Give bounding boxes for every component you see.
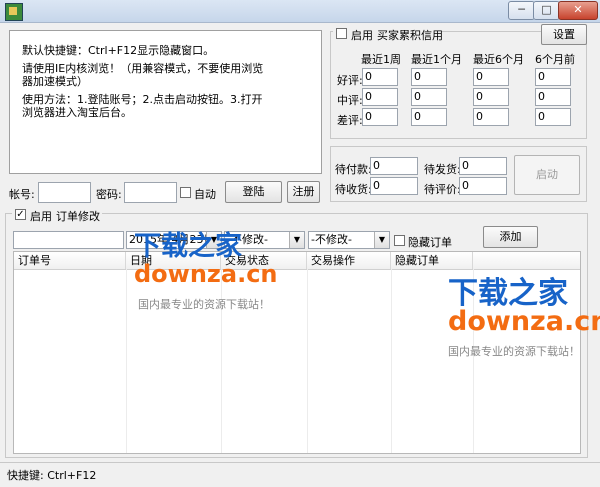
- order-number-input[interactable]: [13, 231, 124, 249]
- credit-neutral-before[interactable]: 0: [535, 88, 571, 106]
- credit-good-six-months[interactable]: 0: [473, 68, 509, 86]
- account-input[interactable]: [38, 182, 91, 203]
- hide-order-checkbox[interactable]: [394, 235, 405, 246]
- pending-receive-value[interactable]: 0: [370, 177, 418, 195]
- credit-col-before-six-months: 6个月前: [535, 53, 575, 66]
- order-modify-enable-checkbox[interactable]: ✓: [15, 209, 26, 220]
- app-icon: [5, 3, 23, 21]
- auto-login-checkbox[interactable]: [180, 187, 191, 198]
- watermark-center-sub: 国内最专业的资源下载站！: [138, 298, 270, 311]
- credit-title: 买家累积信用: [377, 29, 443, 42]
- add-button[interactable]: 添加: [483, 226, 538, 248]
- credit-col-month: 最近1个月: [411, 53, 462, 66]
- password-input[interactable]: [124, 182, 177, 203]
- notes-line-1: 默认快捷键：Ctrl+F12显示隐藏窗口。: [22, 44, 215, 57]
- credit-col-six-months: 最近6个月: [473, 53, 524, 66]
- register-button[interactable]: 注册: [287, 181, 320, 203]
- credit-neutral-six-months[interactable]: 0: [473, 88, 509, 106]
- credit-col-week: 最近1周: [361, 53, 401, 66]
- auto-login-label: 自动: [194, 188, 216, 201]
- maximize-button[interactable]: □: [533, 1, 560, 20]
- credit-good-week[interactable]: 0: [362, 68, 398, 86]
- notes-panel: 默认快捷键：Ctrl+F12显示隐藏窗口。 请使用IE内核浏览！（用兼容模式，不…: [9, 30, 322, 174]
- pending-ship-value[interactable]: 0: [459, 157, 507, 175]
- watermark-center-en: downza.cn: [134, 260, 278, 288]
- credit-row-bad-label: 差评:: [337, 114, 363, 127]
- credit-good-before[interactable]: 0: [535, 68, 571, 86]
- status-bar: 快捷键: Ctrl+F12: [0, 462, 600, 487]
- col-order-number[interactable]: 订单号: [14, 252, 126, 269]
- pending-receive-label: 待收货:: [335, 183, 372, 196]
- credit-bad-six-months[interactable]: 0: [473, 108, 509, 126]
- credit-enable-checkbox[interactable]: [336, 28, 347, 39]
- credit-good-month[interactable]: 0: [411, 68, 447, 86]
- credit-bad-before[interactable]: 0: [535, 108, 571, 126]
- watermark-center-cn: 下载之家: [134, 231, 242, 262]
- col-hidden-order[interactable]: 隐藏订单: [391, 252, 473, 269]
- credit-neutral-month[interactable]: 0: [411, 88, 447, 106]
- watermark-right: 下载之家 downza.cn 国内最专业的资源下载站！: [448, 268, 600, 360]
- credit-group-legend: 启用 买家累积信用: [333, 26, 443, 42]
- account-label: 帐号:: [9, 188, 35, 201]
- hide-order-label: 隐藏订单: [408, 236, 452, 249]
- pending-payment-value[interactable]: 0: [370, 157, 418, 175]
- pending-payment-label: 待付款:: [335, 163, 372, 176]
- notes-line-5: 浏览器进入淘宝后台。: [22, 106, 132, 119]
- credit-row-good-label: 好评:: [337, 74, 363, 87]
- login-button[interactable]: 登陆: [225, 181, 282, 203]
- pending-review-label: 待评价:: [424, 183, 461, 196]
- action-select[interactable]: -不修改- ▼: [308, 231, 390, 249]
- credit-row-neutral-label: 中评:: [337, 94, 363, 107]
- watermark-right-en: downza.cn: [448, 306, 600, 337]
- chevron-down-icon[interactable]: ▼: [374, 232, 389, 248]
- close-button[interactable]: ✕: [558, 1, 598, 20]
- watermark-center: 下载之家 downza.cn 国内最专业的资源下载站！: [128, 224, 308, 314]
- credit-bad-week[interactable]: 0: [362, 108, 398, 126]
- password-label: 密码:: [96, 188, 122, 201]
- pending-review-value[interactable]: 0: [459, 177, 507, 195]
- pending-ship-label: 待发货:: [424, 163, 461, 176]
- credit-enable-label: 启用: [351, 29, 373, 42]
- settings-button[interactable]: 设置: [541, 24, 587, 45]
- column-divider: [391, 269, 392, 453]
- action-select-value: -不修改-: [311, 233, 352, 246]
- status-shortcut: 快捷键: Ctrl+F12: [7, 469, 97, 482]
- credit-bad-month[interactable]: 0: [411, 108, 447, 126]
- start-button[interactable]: 启动: [514, 155, 580, 195]
- column-divider: [126, 269, 127, 453]
- notes-line-3: 器加速模式）: [22, 75, 88, 88]
- col-trade-action[interactable]: 交易操作: [307, 252, 391, 269]
- order-modify-title: 订单修改: [56, 210, 100, 223]
- order-modify-enable-label: 启用: [30, 210, 52, 223]
- watermark-right-sub: 国内最专业的资源下载站！: [448, 345, 580, 358]
- order-modify-legend: ✓ 启用 订单修改: [12, 207, 102, 223]
- credit-neutral-week[interactable]: 0: [362, 88, 398, 106]
- minimize-button[interactable]: ─: [508, 1, 535, 20]
